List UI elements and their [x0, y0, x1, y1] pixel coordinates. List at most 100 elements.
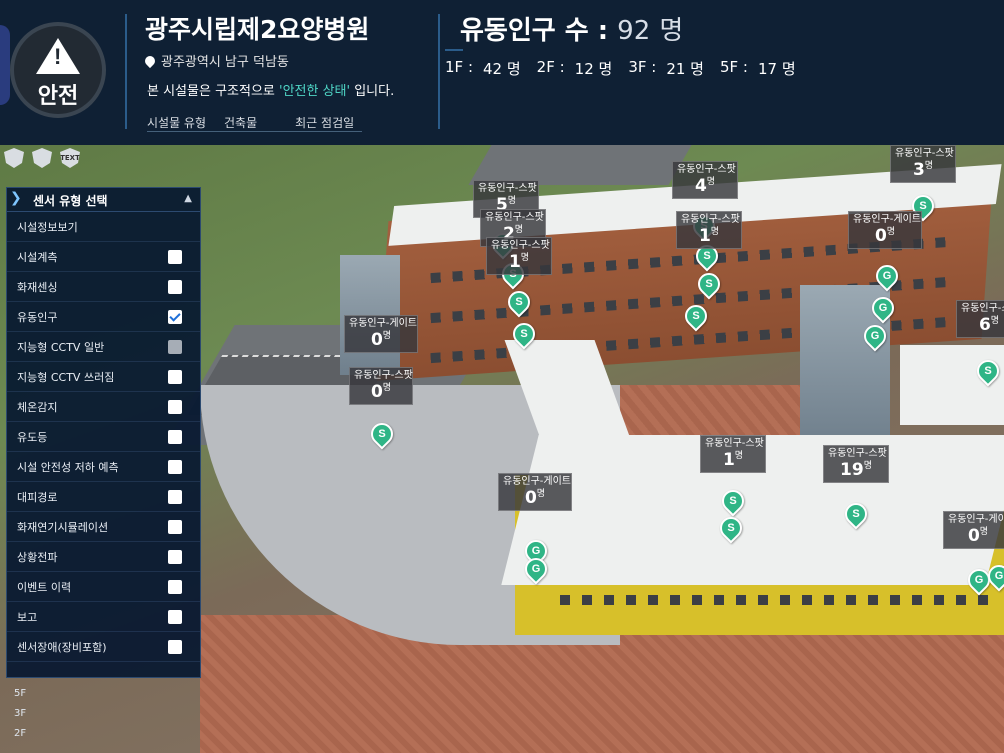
sensor-value: 0 — [967, 526, 980, 546]
sensor-name: 유동인구-스팟 — [677, 164, 736, 175]
sensor-unit: 명 — [886, 227, 896, 237]
sensor-unit: 명 — [863, 461, 872, 471]
sensor-option[interactable]: 보고 — [7, 602, 200, 632]
population-total: 92 — [617, 16, 651, 46]
facility-info-label: 시설정보보기 — [17, 220, 78, 234]
facility-info-link[interactable]: 시설정보보기 — [7, 212, 200, 242]
sensor-name: 유동인구-스팟 — [681, 214, 740, 225]
sensor-label[interactable]: 유동인구-스팟 0명 — [349, 367, 413, 405]
sensor-value: 1 — [722, 450, 735, 470]
header-accent — [0, 25, 10, 105]
sensor-unit: 명 — [990, 316, 1000, 326]
sensor-name: 유동인구-스팟 — [354, 370, 413, 381]
sensor-checkbox[interactable] — [168, 250, 182, 264]
sensor-label[interactable]: 유동인구-스팟 19명 — [823, 445, 889, 483]
floor-label: 2F : — [536, 58, 565, 76]
sensor-name: 유동인구-게이트 — [503, 476, 572, 487]
shield-view-icon[interactable] — [4, 148, 24, 168]
sensor-checkbox[interactable] — [168, 610, 182, 624]
sensor-option-label: 유동인구 — [17, 310, 58, 324]
sensor-label[interactable]: 유동인구-스팟 1명 — [676, 211, 742, 249]
floor-button-3f[interactable]: 3F — [14, 704, 26, 724]
sensor-type-dropdown[interactable]: ❯ 센서 유형 선택 ▲ — [7, 188, 200, 212]
sensor-label[interactable]: 유동인구-스팟 1명 — [700, 435, 766, 473]
sensor-option[interactable]: 체온감지 — [7, 392, 200, 422]
sensor-unit: 명 — [710, 227, 720, 237]
sensor-value: 6 — [978, 315, 991, 335]
sensor-option[interactable]: 시설 안전성 저하 예측 — [7, 452, 200, 482]
sensor-unit: 명 — [734, 451, 744, 461]
view-toolbar: TEXT — [4, 148, 88, 168]
sensor-checkbox[interactable] — [168, 550, 182, 564]
sensor-name: 유동인구-스팟 — [828, 448, 887, 459]
sensor-label[interactable]: 유동인구-스팟 3명 — [890, 145, 956, 183]
floor-count: 17 명 — [757, 60, 796, 78]
sensor-label[interactable]: 유동인구-게이트 0명 — [848, 211, 922, 249]
sensor-option-label: 지능형 CCTV 일반 — [17, 340, 105, 354]
shield-outline-icon[interactable] — [32, 148, 52, 168]
sensor-option[interactable]: 유도등 — [7, 422, 200, 452]
sensor-label[interactable]: 유동인구-스팟 6명 — [956, 300, 1004, 338]
sensor-option[interactable]: 이벤트 이력 — [7, 572, 200, 602]
sensor-option[interactable]: 센서장애(장비포함) — [7, 632, 200, 662]
sensor-option[interactable]: 화재연기시뮬레이션 — [7, 512, 200, 542]
sensor-option[interactable]: 화재센싱 — [7, 272, 200, 302]
sensor-label[interactable]: 유동인구-게이트 0명 — [344, 315, 418, 353]
sensor-option[interactable]: 유동인구 — [7, 302, 200, 332]
sensor-value: 1 — [508, 252, 521, 272]
sensor-name: 유동인구-게이트 — [853, 214, 922, 225]
sensor-unit: 명 — [924, 161, 934, 171]
sensor-unit: 명 — [507, 196, 517, 206]
sensor-value: 3 — [912, 160, 925, 180]
sensor-option-label: 보고 — [17, 610, 38, 624]
sensor-checkbox[interactable] — [168, 490, 182, 504]
sensor-option[interactable]: 시설계측 — [7, 242, 200, 272]
safety-status-badge: 안전 — [10, 22, 106, 118]
meta-underline — [147, 131, 362, 132]
warning-triangle-icon — [36, 38, 80, 74]
sensor-checkbox-disabled[interactable] — [168, 340, 182, 354]
floor-button-5f[interactable]: 5F — [14, 684, 26, 704]
sensor-option-label: 화재센싱 — [17, 280, 58, 294]
sensor-checkbox[interactable] — [168, 520, 182, 534]
sensor-value: 4 — [694, 176, 707, 196]
population-unit: 명 — [659, 16, 684, 46]
population-title-label: 유동인구 수 : — [460, 16, 609, 46]
sensor-checkbox[interactable] — [168, 400, 182, 414]
sensor-checkbox[interactable] — [168, 280, 182, 294]
sensor-checkbox[interactable] — [168, 640, 182, 654]
sensor-checkbox-checked[interactable] — [168, 310, 182, 324]
sensor-checkbox[interactable] — [168, 460, 182, 474]
facility-meta: 시설물 유형 건축물 최근 점검일 — [147, 114, 372, 131]
sensor-option-label: 체온감지 — [17, 400, 58, 414]
sensor-checkbox[interactable] — [168, 580, 182, 594]
sensor-checkbox[interactable] — [168, 370, 182, 384]
sensor-option[interactable]: 지능형 CCTV 일반 — [7, 332, 200, 362]
text-toggle-icon[interactable]: TEXT — [60, 148, 80, 168]
sensor-label[interactable]: 유동인구-스팟 4명 — [672, 161, 738, 199]
sensor-label[interactable]: 유동인구-스팟 1명 — [486, 237, 552, 275]
sensor-name: 유동인구-스팟 — [485, 212, 544, 223]
road-upper — [468, 145, 692, 185]
sensor-name: 유동인구-스팟 — [478, 183, 537, 194]
sensor-option[interactable]: 지능형 CCTV 쓰러짐 — [7, 362, 200, 392]
sensor-name: 유동인구-게이트 — [948, 514, 1004, 525]
sensor-option[interactable]: 대피경로 — [7, 482, 200, 512]
sensor-label[interactable]: 유동인구-게이트 0명 — [498, 473, 572, 511]
floor-label: 5F : — [719, 58, 748, 76]
sensor-option-label: 지능형 CCTV 쓰러짐 — [17, 370, 115, 384]
sensor-name: 유동인구-스팟 — [961, 303, 1004, 314]
sensor-checkbox[interactable] — [168, 430, 182, 444]
floor-label: 3F : — [628, 58, 657, 76]
floor-population-list: 1F : 42 명 2F : 12 명 3F : 21 명 5F : 17 명 — [445, 58, 812, 79]
sensor-option[interactable]: 상황전파 — [7, 542, 200, 572]
floor-navigation: 5F 3F 2F — [14, 684, 26, 744]
population-underline — [445, 49, 463, 51]
sensor-label[interactable]: 유동인구-게이트 0명 — [943, 511, 1004, 549]
status-suffix: 입니다. — [350, 84, 395, 99]
sensor-option-label: 유도등 — [17, 430, 48, 444]
floor-button-2f[interactable]: 2F — [14, 724, 26, 744]
sensor-option-label: 시설계측 — [17, 250, 58, 264]
caret-up-icon[interactable]: ▲ — [184, 193, 192, 204]
floor-count: 12 명 — [574, 60, 613, 78]
